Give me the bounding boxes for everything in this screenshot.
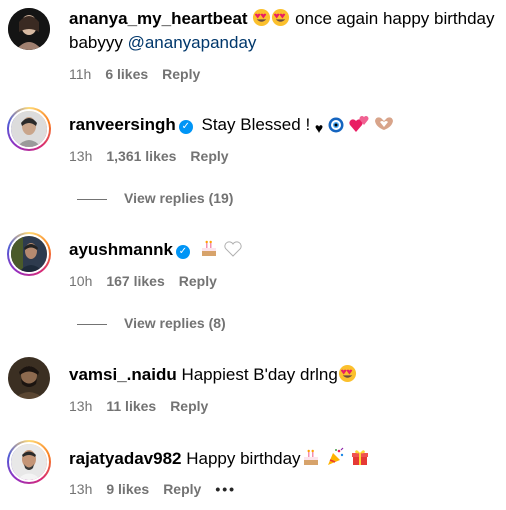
comment-text: Happy birthday	[186, 449, 301, 468]
likes-count[interactable]: 6 likes	[105, 66, 148, 82]
reply-button[interactable]: Reply	[162, 66, 200, 82]
birthday-cake-icon	[199, 238, 219, 264]
avatar[interactable]	[7, 440, 51, 484]
two-hearts-icon	[349, 115, 369, 139]
comment-text: once again happy birthday	[295, 9, 495, 28]
heart-hands-icon	[373, 115, 395, 139]
avatar[interactable]	[8, 8, 50, 50]
likes-count[interactable]: 167 likes	[106, 273, 164, 289]
comment-text: babyyy	[69, 33, 128, 52]
more-options-icon[interactable]: •••	[215, 481, 236, 497]
comment-username[interactable]: vamsi_.naidu	[69, 365, 177, 384]
view-replies-button[interactable]: View replies (8)	[77, 315, 226, 331]
view-replies-button[interactable]: View replies (19)	[77, 190, 233, 206]
comment-time: 10h	[69, 273, 93, 289]
comment-username[interactable]: ananya_my_heartbeat	[69, 9, 248, 28]
avatar[interactable]	[7, 107, 51, 151]
comment-username[interactable]: ayushmannk	[69, 240, 173, 259]
reply-button[interactable]: Reply	[170, 398, 208, 414]
verified-badge-icon: ✓	[178, 120, 193, 134]
heart-eyes-emoji-icon	[252, 8, 271, 33]
comment-text: Stay Blessed !	[201, 115, 315, 134]
nazar-amulet-icon	[328, 117, 344, 139]
birthday-cake-icon	[301, 447, 321, 473]
comment-username[interactable]: rajatyadav982	[69, 449, 181, 468]
view-replies-label: View replies (19)	[124, 190, 234, 206]
white-heart-icon	[223, 240, 243, 264]
comment-time: 13h	[69, 398, 93, 414]
black-heart-icon: ♥	[314, 120, 324, 136]
likes-count[interactable]: 11 likes	[106, 398, 156, 414]
comment-time: 13h	[69, 148, 93, 164]
comment-text: Happiest B'day drlng	[181, 365, 338, 384]
reply-button[interactable]: Reply	[190, 148, 228, 164]
party-popper-icon	[325, 447, 345, 473]
avatar[interactable]	[7, 232, 51, 276]
divider-line	[77, 323, 107, 325]
reply-button[interactable]: Reply	[179, 273, 217, 289]
heart-eyes-emoji-icon	[338, 364, 357, 389]
verified-badge-icon: ✓	[175, 245, 190, 259]
likes-count[interactable]: 9 likes	[106, 481, 149, 497]
comment-time: 11h	[69, 66, 92, 82]
reply-button[interactable]: Reply	[163, 481, 201, 497]
avatar[interactable]	[8, 357, 50, 399]
view-replies-label: View replies (8)	[124, 315, 226, 331]
mention-link[interactable]: @ananyapanday	[128, 33, 257, 52]
comment-time: 13h	[69, 481, 93, 497]
comment-username[interactable]: ranveersingh	[69, 115, 176, 134]
likes-count[interactable]: 1,361 likes	[106, 148, 176, 164]
gift-icon	[350, 447, 370, 473]
divider-line	[77, 198, 107, 200]
heart-eyes-emoji-icon	[271, 8, 290, 33]
